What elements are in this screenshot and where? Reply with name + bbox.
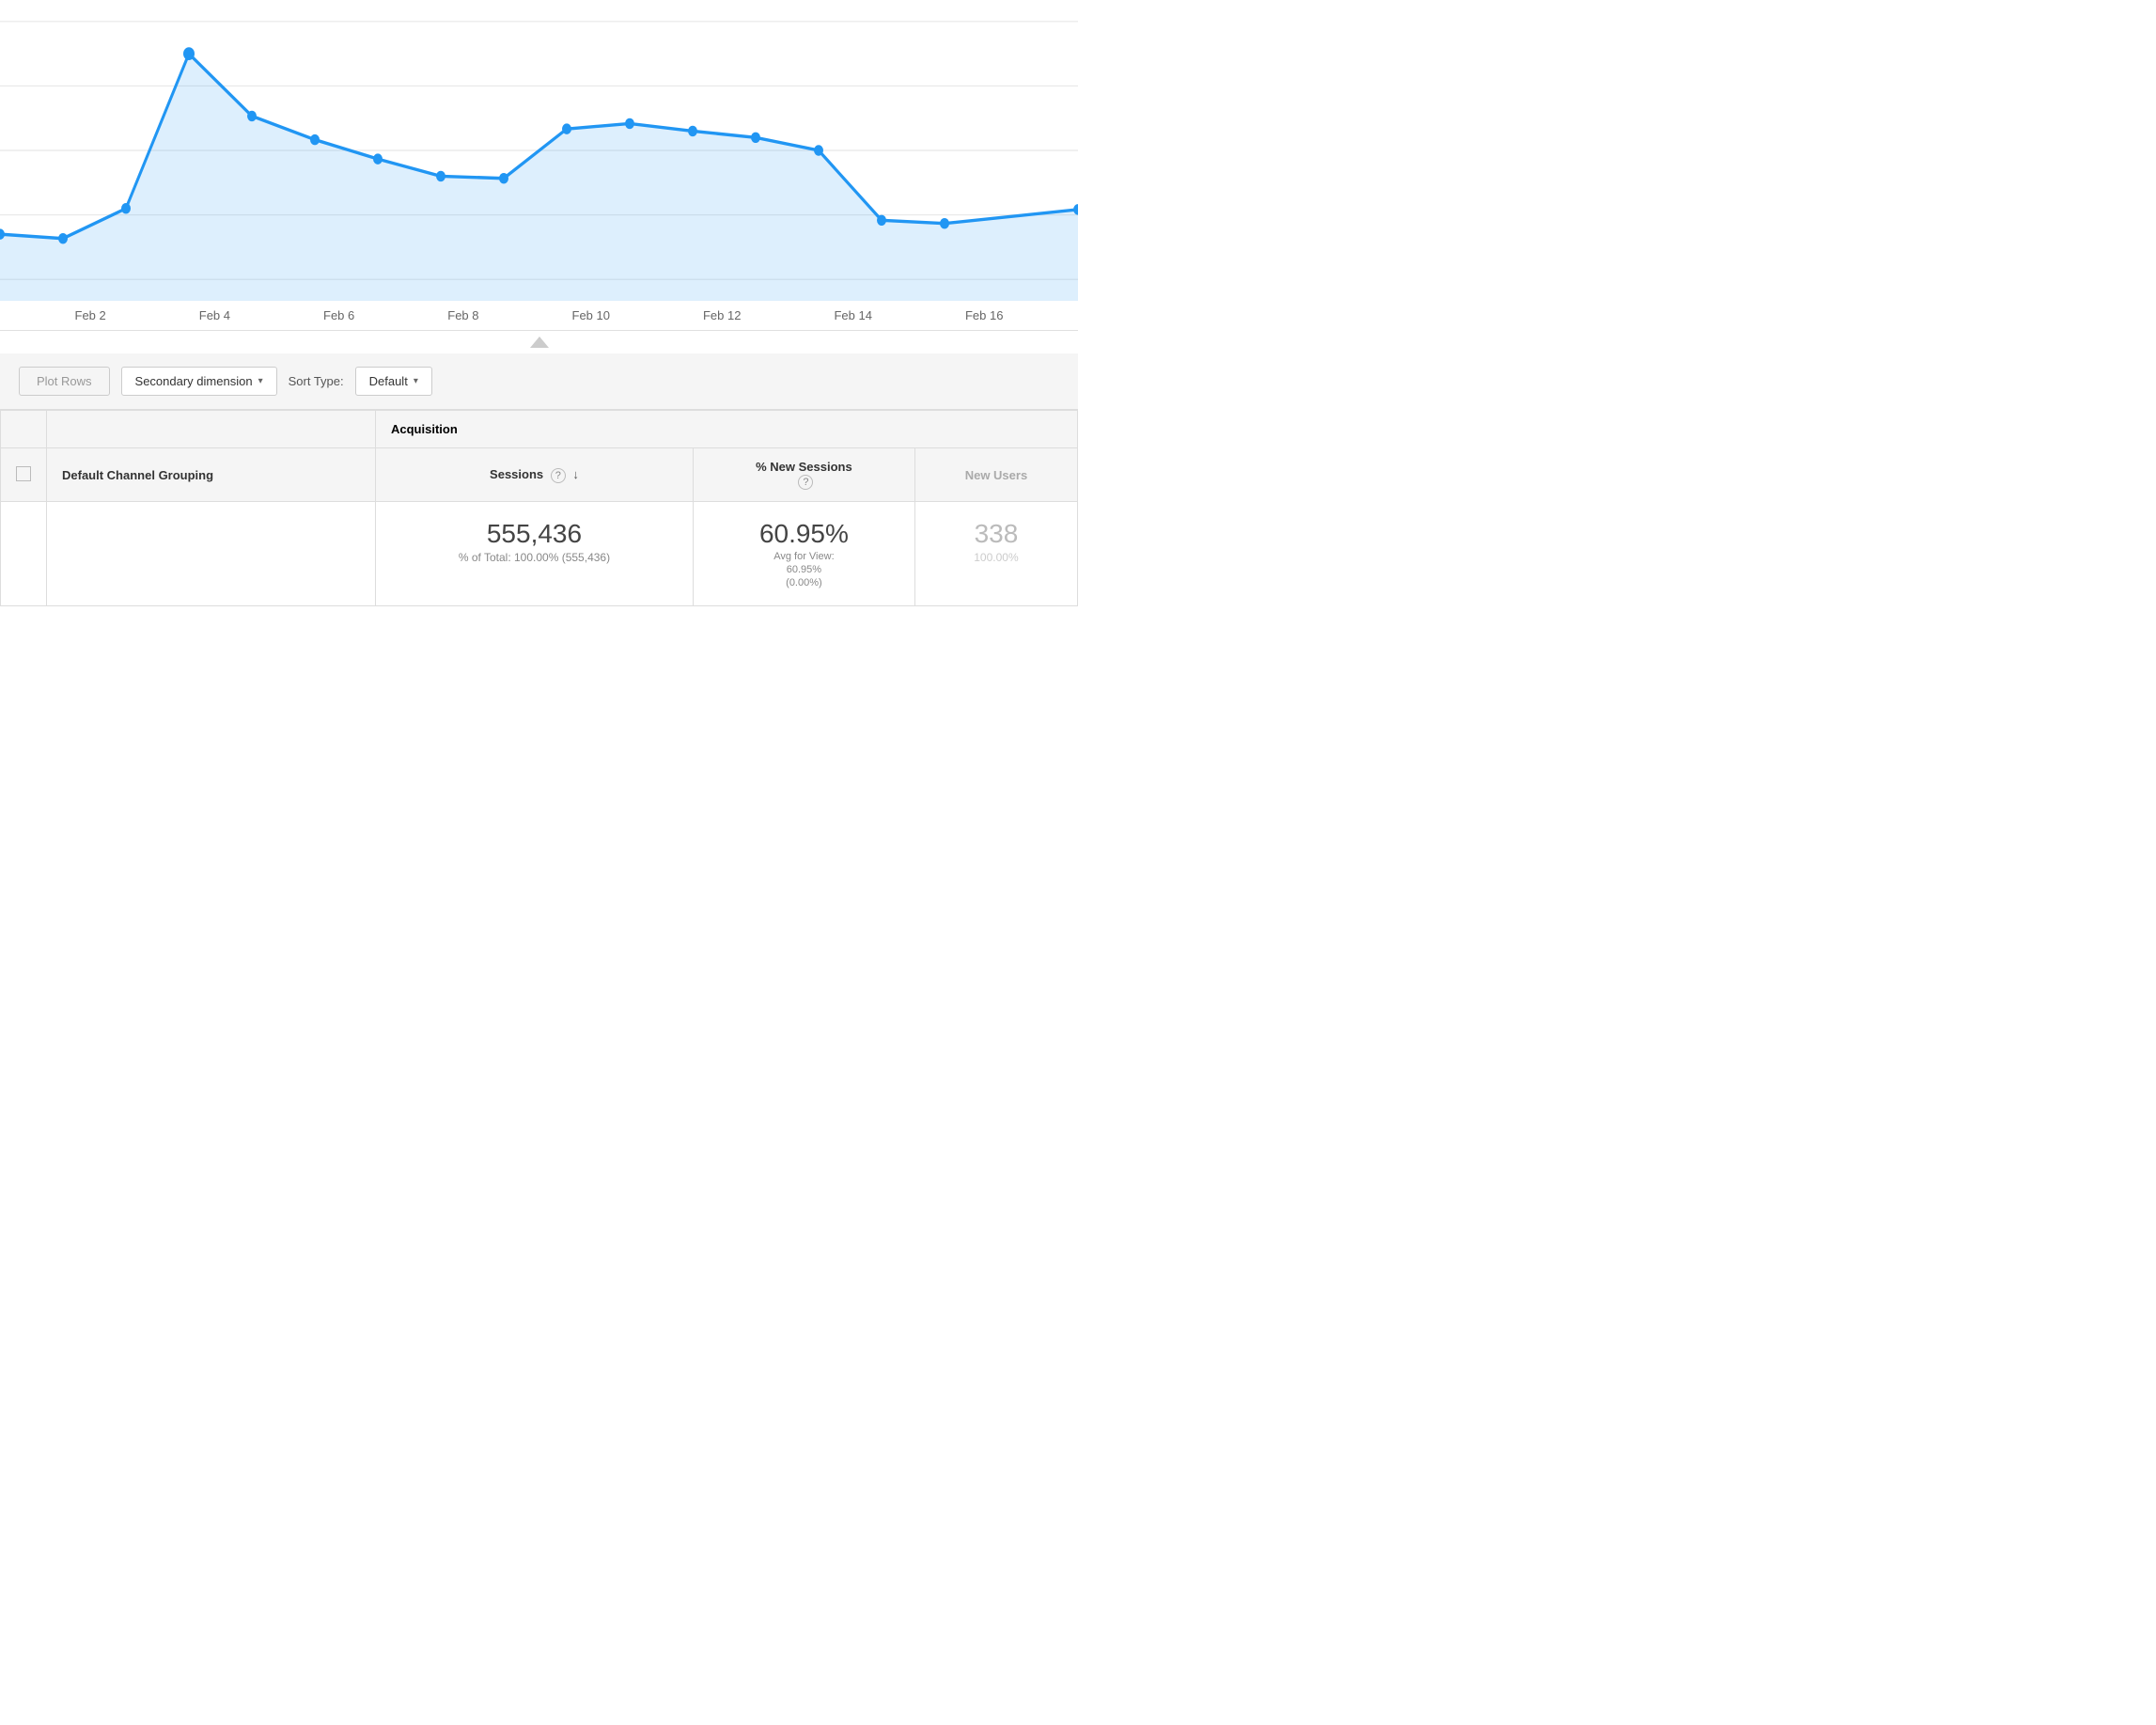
toolbar: Plot Rows Secondary dimension ▾ Sort Typ…: [0, 353, 1078, 410]
sessions-help-icon[interactable]: ?: [551, 468, 566, 483]
sort-type-label: Sort Type:: [289, 374, 344, 388]
chevron-down-sort-icon: ▾: [414, 376, 418, 386]
x-label-feb10: Feb 10: [572, 308, 610, 322]
sort-default-label: Default: [369, 374, 408, 388]
totals-new-sessions-cell: 60.95% Avg for View: 60.95% (0.00%): [693, 502, 914, 606]
secondary-dim-label: Secondary dimension: [135, 374, 253, 388]
line-chart: [0, 0, 1078, 301]
totals-row: 555,436 % of Total: 100.00% (555,436) 60…: [1, 502, 1078, 606]
totals-new-users-cell: 338 100.00%: [914, 502, 1077, 606]
x-label-feb6: Feb 6: [323, 308, 354, 322]
new-users-total-value: 338: [930, 519, 1062, 549]
checkbox-header-cell: [1, 411, 47, 448]
table-header-group-row: Acquisition: [1, 411, 1078, 448]
new-sessions-total-sub1: Avg for View:: [709, 551, 899, 562]
new-users-column-header: New Users: [914, 448, 1077, 502]
triangle-up-icon: [530, 337, 549, 348]
new-users-label: New Users: [965, 468, 1027, 482]
x-label-feb4: Feb 4: [199, 308, 230, 322]
table-header-cols-row: Default Channel Grouping Sessions ? ↓ % …: [1, 448, 1078, 502]
totals-sessions-cell: 555,436 % of Total: 100.00% (555,436): [376, 502, 694, 606]
x-axis: Feb 2 Feb 4 Feb 6 Feb 8 Feb 10 Feb 12 Fe…: [0, 301, 1078, 331]
new-sessions-label: % New Sessions: [756, 460, 852, 474]
sessions-column-header[interactable]: Sessions ? ↓: [376, 448, 694, 502]
new-sessions-column-header: % New Sessions ?: [693, 448, 914, 502]
new-sessions-total-sub2: 60.95%: [709, 564, 899, 575]
select-all-checkbox[interactable]: [16, 466, 31, 481]
sort-default-button[interactable]: Default ▾: [355, 367, 432, 396]
acquisition-label: Acquisition: [391, 422, 458, 436]
chart-svg: [0, 0, 1078, 301]
dim-column-header: Default Channel Grouping: [47, 448, 376, 502]
new-sessions-total-sub3: (0.00%): [709, 577, 899, 588]
x-label-feb16: Feb 16: [965, 308, 1003, 322]
new-sessions-help-icon[interactable]: ?: [798, 475, 813, 490]
x-label-feb2: Feb 2: [75, 308, 106, 322]
totals-dim-cell: [47, 502, 376, 606]
dim-header-empty-cell: [47, 411, 376, 448]
dim-column-label: Default Channel Grouping: [62, 468, 213, 482]
x-label-feb8: Feb 8: [447, 308, 478, 322]
totals-checkbox-cell: [1, 502, 47, 606]
checkbox-cell-header: [1, 448, 47, 502]
new-sessions-total-value: 60.95%: [709, 519, 899, 549]
secondary-dimension-button[interactable]: Secondary dimension ▾: [121, 367, 277, 396]
collapse-button[interactable]: [0, 331, 1078, 353]
plot-rows-button[interactable]: Plot Rows: [19, 367, 110, 396]
sessions-total-sub: % of Total: 100.00% (555,436): [391, 551, 678, 564]
sessions-label: Sessions: [490, 467, 543, 481]
acquisition-header: Acquisition: [376, 411, 1078, 448]
data-table: Acquisition Default Channel Grouping Ses…: [0, 410, 1078, 606]
sessions-sort-icon: ↓: [572, 467, 579, 481]
chevron-down-icon: ▾: [258, 376, 263, 386]
x-label-feb14: Feb 14: [834, 308, 871, 322]
new-users-total-sub: 100.00%: [930, 551, 1062, 564]
sessions-total-value: 555,436: [391, 519, 678, 549]
x-label-feb12: Feb 12: [703, 308, 741, 322]
